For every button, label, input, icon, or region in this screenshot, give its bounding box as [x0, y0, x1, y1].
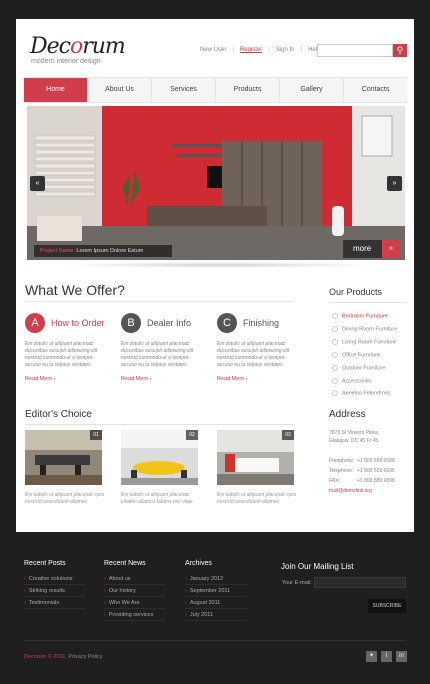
bullet-icon: [332, 378, 338, 384]
letter-c-icon: C: [217, 313, 237, 333]
privacy-policy-link[interactable]: Privacy Policy: [68, 654, 102, 660]
recent-posts-heading: Recent Posts: [24, 560, 66, 567]
product-link[interactable]: Dining Room Furniture: [332, 326, 397, 332]
nav-home[interactable]: Home: [24, 78, 88, 102]
address-line: 7878 St Vincent Place,: [329, 430, 380, 436]
main-nav: Home About Us Services Products Gallery …: [24, 77, 407, 103]
recent-news-heading: Recent News: [104, 560, 146, 567]
footer-link[interactable]: › About us: [104, 573, 166, 585]
nav-about-us[interactable]: About Us: [88, 78, 152, 102]
editors-thumb-1[interactable]: 01: [25, 430, 102, 485]
bullet-icon: [332, 390, 338, 396]
bullet-icon: [332, 339, 338, 345]
footer-link[interactable]: › August 2011: [185, 597, 247, 609]
footer-link[interactable]: › January 2012: [185, 573, 247, 585]
editors-thumb-3[interactable]: 03: [217, 430, 294, 485]
offer-title[interactable]: How to Order: [51, 318, 105, 328]
footer-link[interactable]: › Who We Are: [104, 597, 166, 609]
nav-products[interactable]: Products: [216, 78, 280, 102]
product-link[interactable]: Bedroom Furniture: [332, 313, 388, 319]
thumb-number: 03: [282, 430, 294, 440]
nav-contacts[interactable]: Contacts: [344, 78, 407, 102]
contact-row: Freephone: +1 800 559 6580: [329, 458, 395, 464]
logo[interactable]: Decorum: [30, 34, 126, 59]
read-more-link[interactable]: Read More ›: [121, 376, 152, 382]
offer-text: Eni octulis ut aliquam placetatc ducenib…: [25, 341, 98, 368]
footer-link[interactable]: › Striking results: [24, 585, 86, 597]
divider: [25, 424, 293, 425]
divider: [329, 302, 407, 303]
offer-title[interactable]: Finishing: [243, 318, 279, 328]
copyright: Decorum © 2011 Privacy Policy: [24, 654, 103, 660]
email-link[interactable]: mail@demolink.org: [329, 488, 372, 494]
tagline: modern interior design: [31, 58, 101, 65]
search-icon: ⚲: [396, 45, 404, 55]
thumb-number: 02: [186, 430, 198, 440]
slider-shadow: [60, 262, 380, 268]
more-button[interactable]: more»: [343, 240, 400, 258]
footer-link[interactable]: › Testimonials: [24, 597, 86, 609]
register-link[interactable]: Register: [240, 47, 262, 53]
search-input[interactable]: [317, 44, 393, 57]
offer-text: Eni octulis ut aliquam placetatc ducenib…: [217, 341, 290, 368]
footer-link[interactable]: › Our history: [104, 585, 166, 597]
product-link[interactable]: Office Furniture: [332, 352, 380, 358]
mailing-list-heading: Join Our Mailing List: [281, 562, 354, 571]
address-heading: Address: [329, 409, 366, 420]
bullet-icon: [332, 326, 338, 332]
offer-text: Eni octulis ut aliquam placetatc ducenib…: [121, 341, 194, 368]
recent-news: Recent News › About us › Our history › Who …: [104, 560, 166, 621]
recent-posts: Recent Posts › Creative solutions › Striki…: [24, 560, 86, 609]
contact-row: Telephone: +1 800 603 6035: [329, 468, 395, 474]
new-user-link[interactable]: New User: [200, 47, 226, 53]
arrow-right-icon: »: [382, 240, 400, 258]
footer-divider: [24, 640, 406, 641]
nav-services[interactable]: Services: [152, 78, 216, 102]
letter-a-icon: A: [25, 313, 45, 333]
thumb-caption: Eni octulis ut aliquam placetatc quis no…: [217, 492, 297, 505]
email-input[interactable]: [314, 577, 406, 588]
delicious-icon[interactable]: ✦: [366, 651, 377, 662]
archives-heading: Archives: [185, 560, 212, 567]
linkedin-icon[interactable]: in: [396, 651, 407, 662]
thumb-caption: Eni octulis ut aliquam placetatc citatio…: [121, 492, 193, 505]
email-label: Your E-mail:: [282, 580, 312, 586]
bullet-icon: [332, 365, 338, 371]
nav-gallery[interactable]: Gallery: [280, 78, 344, 102]
twitter-icon[interactable]: t: [381, 651, 392, 662]
read-more-link[interactable]: Read More ›: [25, 376, 56, 382]
footer-link[interactable]: › Providing services: [104, 609, 166, 621]
contact-row: FAX: +1 800 889 9898: [329, 478, 395, 484]
letter-b-icon: B: [121, 313, 141, 333]
hero-slider-image: [27, 106, 405, 260]
footer-link[interactable]: › July 2011: [185, 609, 247, 621]
product-link[interactable]: Accessories: [332, 378, 372, 384]
footer-link[interactable]: › Creative solutions: [24, 573, 86, 585]
search-button[interactable]: ⚲: [393, 44, 407, 57]
address-line: Glasgow, DC 45 Fr 45: [329, 438, 379, 444]
what-we-offer-heading: What We Offer?: [25, 282, 125, 298]
thumb-caption: Eni octulis ut aliquam placetatc quis no…: [25, 492, 105, 505]
divider: [25, 301, 293, 302]
sign-in-link[interactable]: Sign In: [276, 47, 295, 53]
read-more-link[interactable]: Read More ›: [217, 376, 248, 382]
page: Decorum modern interior design New User |…: [0, 0, 430, 684]
top-links: New User | Register | Sign In | Help: [200, 47, 321, 53]
our-products-heading: Our Products: [329, 287, 383, 297]
slide-caption: Project Name: Lorem Ipsum Dolore Estum: [34, 245, 172, 257]
product-link[interactable]: Living Room Furniture: [332, 339, 396, 345]
slider-next-button[interactable]: »: [387, 176, 402, 191]
archives: Archives › January 2012 › September 2011 ›…: [185, 560, 247, 621]
subscribe-button[interactable]: SUBSCRIBE: [368, 599, 406, 613]
editors-thumb-2[interactable]: 02: [121, 430, 198, 485]
footer-link[interactable]: › September 2011: [185, 585, 247, 597]
thumb-number: 01: [90, 430, 102, 440]
product-link[interactable]: Outdoor Furniture: [332, 365, 385, 371]
bullet-icon: [332, 313, 338, 319]
offer-title[interactable]: Dealer Info: [147, 318, 191, 328]
editors-choice-heading: Editor's Choice: [25, 409, 92, 420]
product-link[interactable]: Aenelus Felendmes: [332, 390, 391, 396]
slider-prev-button[interactable]: «: [30, 176, 45, 191]
bullet-icon: [332, 352, 338, 358]
